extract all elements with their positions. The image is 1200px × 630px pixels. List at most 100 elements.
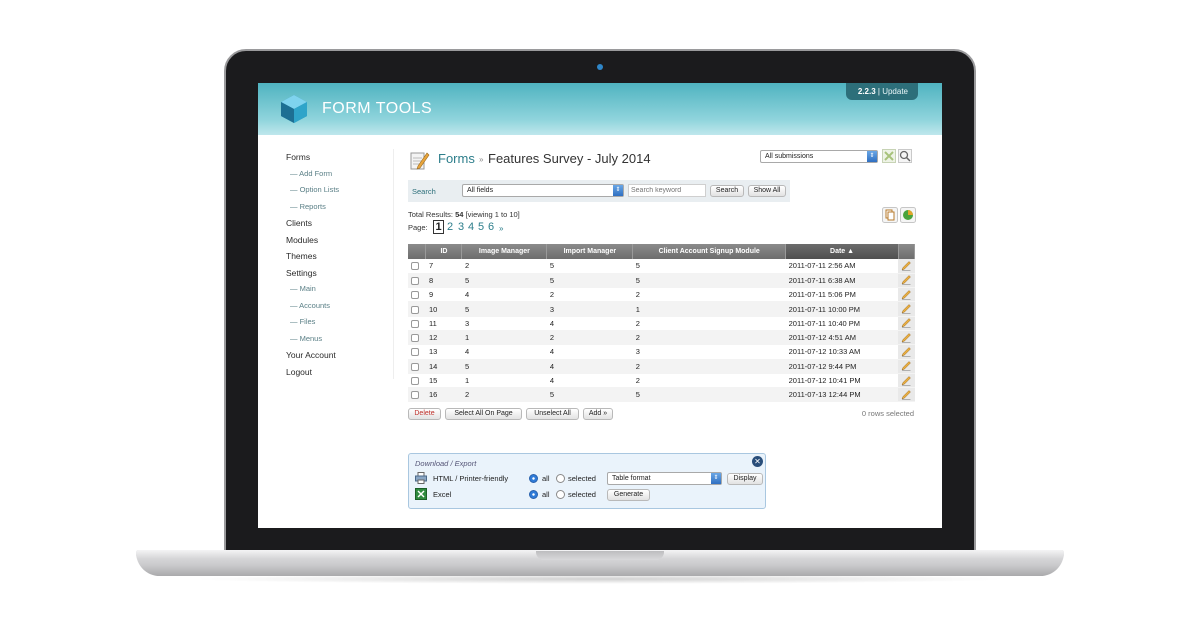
cell-date: 2011-07-11 10:40 PM xyxy=(785,316,899,331)
cell-date: 2011-07-11 6:38 AM xyxy=(785,273,899,289)
table-header-date[interactable]: Date ▲ xyxy=(785,244,899,259)
table-row[interactable]: 9 4 2 2 2011-07-11 5:06 PM xyxy=(408,287,915,303)
row-checkbox[interactable] xyxy=(411,348,419,357)
cell-id: 11 xyxy=(425,316,462,331)
row-checkbox[interactable] xyxy=(411,377,419,386)
edit-pencil-icon[interactable] xyxy=(901,375,912,386)
row-checkbox[interactable] xyxy=(411,391,419,400)
table-row[interactable]: 14 5 4 2 2011-07-12 9:44 PM xyxy=(408,359,915,374)
update-link[interactable]: Update xyxy=(882,87,908,96)
table-row[interactable]: 8 5 5 5 2011-07-11 6:38 AM xyxy=(408,273,915,289)
close-icon[interactable]: ✕ xyxy=(752,456,763,467)
row-edit-cell xyxy=(898,344,915,360)
rows-selected-count: 0 rows selected xyxy=(861,409,914,418)
edit-pencil-icon[interactable] xyxy=(901,347,912,357)
edit-pencil-icon[interactable] xyxy=(901,318,912,328)
nav-item-logout[interactable]: Logout xyxy=(286,364,394,381)
nav-item-forms[interactable]: Forms xyxy=(286,149,394,166)
copy-icon[interactable] xyxy=(882,207,898,223)
format-select[interactable]: Table format ⇕ xyxy=(607,472,722,485)
edit-pencil-icon[interactable] xyxy=(901,389,912,400)
unselect-all-button[interactable]: Unselect All xyxy=(526,408,579,420)
search-label: Search xyxy=(412,187,436,196)
nav-item-reports[interactable]: — Reports xyxy=(286,199,394,216)
nav-item-clients[interactable]: Clients xyxy=(286,215,394,232)
search-field-select[interactable]: All fields ⇕ xyxy=(462,184,624,197)
row-checkbox[interactable] xyxy=(411,305,419,314)
show-all-button[interactable]: Show All xyxy=(748,185,786,197)
page-link[interactable]: 6 xyxy=(488,221,494,233)
search-input[interactable] xyxy=(628,184,706,197)
table-header-import-manager[interactable]: Import Manager xyxy=(546,244,634,259)
table-row[interactable]: 16 2 5 5 2011-07-13 12:44 PM xyxy=(408,387,915,403)
table-row[interactable]: 15 1 4 2 2011-07-12 10:41 PM xyxy=(408,373,915,389)
nav-item-accounts[interactable]: — Accounts xyxy=(286,298,394,315)
nav-item-files[interactable]: — Files xyxy=(286,314,394,331)
excel-all-radio[interactable] xyxy=(529,490,538,499)
nav-item-settings[interactable]: Settings xyxy=(286,265,394,282)
cell-import-manager: 4 xyxy=(546,359,633,374)
version-number: 2.2.3 xyxy=(857,87,876,96)
edit-pencil-icon[interactable] xyxy=(901,304,912,314)
row-checkbox[interactable] xyxy=(411,334,419,343)
clear-x-icon[interactable] xyxy=(882,149,896,163)
cell-image-manager: 1 xyxy=(461,373,547,389)
table-row[interactable]: 11 3 4 2 2011-07-11 10:40 PM xyxy=(408,316,915,331)
row-checkbox-cell xyxy=(408,330,426,346)
nav-item-menus[interactable]: — Menus xyxy=(286,331,394,348)
pie-chart-icon[interactable] xyxy=(900,207,916,223)
nav-item-add-form[interactable]: — Add Form xyxy=(286,166,394,183)
row-checkbox[interactable] xyxy=(411,276,419,285)
nav-item-your-account[interactable]: Your Account xyxy=(286,347,394,364)
cell-id: 15 xyxy=(425,373,462,389)
select-all-button[interactable]: Select All On Page xyxy=(445,408,522,420)
page-next-link[interactable]: » xyxy=(499,224,503,233)
export-title: Download / Export xyxy=(415,459,477,468)
cell-date: 2011-07-11 2:56 AM xyxy=(785,259,899,274)
magnifier-icon[interactable] xyxy=(898,149,912,163)
page-link[interactable]: 3 xyxy=(458,221,464,233)
search-button[interactable]: Search xyxy=(710,185,744,197)
row-checkbox[interactable] xyxy=(411,291,419,300)
cell-date: 2011-07-12 4:51 AM xyxy=(785,330,899,346)
cell-id: 8 xyxy=(425,273,462,289)
generate-button[interactable]: Generate xyxy=(607,489,650,501)
edit-pencil-icon[interactable] xyxy=(901,275,912,286)
page-link[interactable]: 5 xyxy=(478,221,484,233)
page-link[interactable]: 2 xyxy=(447,221,453,233)
nav-item-option-lists[interactable]: — Option Lists xyxy=(286,182,394,199)
table-row[interactable]: 12 1 2 2 2011-07-12 4:51 AM xyxy=(408,330,915,346)
row-checkbox-cell xyxy=(408,273,426,289)
table-header-image-manager[interactable]: Image Manager xyxy=(461,244,548,259)
edit-pencil-icon[interactable] xyxy=(901,332,912,343)
nav-item-main[interactable]: — Main xyxy=(286,281,394,298)
table-header-id[interactable]: ID xyxy=(425,244,463,259)
logo-text: FORM TOOLS xyxy=(322,100,433,117)
html-all-radio[interactable] xyxy=(529,474,538,483)
edit-pencil-icon[interactable] xyxy=(901,361,912,371)
forms-pencil-icon xyxy=(410,152,430,170)
excel-selected-radio[interactable] xyxy=(556,490,565,499)
view-select[interactable]: All submissions ⇕ xyxy=(760,150,878,163)
row-checkbox[interactable] xyxy=(411,262,419,271)
table-header-client-account-signup[interactable]: Client Account Signup Module xyxy=(632,244,787,259)
breadcrumb-forms-link[interactable]: Forms xyxy=(438,151,475,166)
edit-pencil-icon[interactable] xyxy=(901,261,912,271)
table-header-row: ID Image Manager Import Manager Client A… xyxy=(408,244,916,259)
page-label: Page: xyxy=(408,223,428,232)
row-checkbox[interactable] xyxy=(411,319,419,328)
table-row[interactable]: 7 2 5 5 2011-07-11 2:56 AM xyxy=(408,259,915,274)
page-link[interactable]: 4 xyxy=(468,221,474,233)
nav-item-modules[interactable]: Modules xyxy=(286,232,394,249)
display-button[interactable]: Display xyxy=(727,473,763,485)
cell-client-account-signup: 2 xyxy=(632,330,786,346)
table-header-edit xyxy=(898,244,916,259)
edit-pencil-icon[interactable] xyxy=(901,289,912,300)
nav-item-themes[interactable]: Themes xyxy=(286,248,394,265)
table-row[interactable]: 10 5 3 1 2011-07-11 10:00 PM xyxy=(408,301,915,317)
table-row[interactable]: 13 4 4 3 2011-07-12 10:33 AM xyxy=(408,344,915,360)
html-selected-radio[interactable] xyxy=(556,474,565,483)
row-checkbox[interactable] xyxy=(411,362,419,371)
add-button[interactable]: Add » xyxy=(583,408,613,420)
delete-button[interactable]: Delete xyxy=(408,408,441,420)
